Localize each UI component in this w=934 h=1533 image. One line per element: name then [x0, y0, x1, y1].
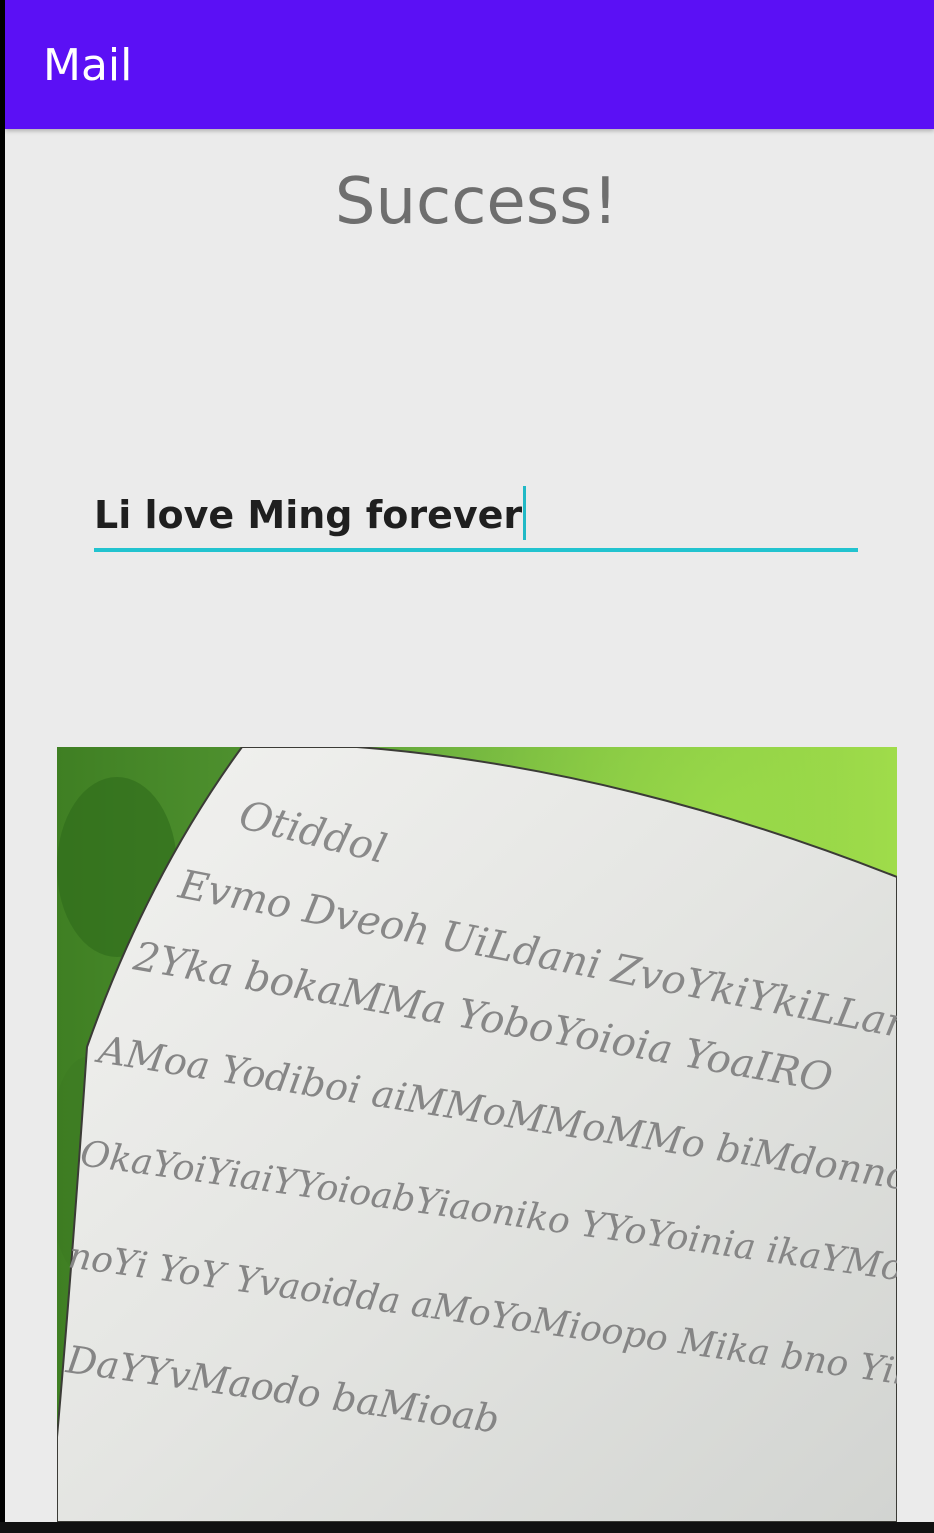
success-message: Success!	[334, 165, 619, 239]
message-input[interactable]: Li love Ming forever	[94, 478, 858, 554]
letter-photo-image: Otiddol Evmo Dveoh UiLdani ZvoYkiYkiLLan…	[57, 747, 897, 1522]
app-bar: Mail	[5, 0, 934, 129]
message-input-text: Li love Ming forever	[94, 493, 523, 537]
text-cursor	[523, 486, 527, 540]
bottom-edge	[0, 1522, 934, 1533]
app-title: Mail	[43, 40, 133, 91]
input-underline	[94, 548, 858, 552]
app-screen: Mail Success! Li love Ming forever Otidd…	[5, 0, 934, 1522]
letter-photo: Otiddol Evmo Dveoh UiLdani ZvoYkiYkiLLan…	[57, 747, 897, 1522]
message-input-value[interactable]: Li love Ming forever	[94, 486, 527, 540]
